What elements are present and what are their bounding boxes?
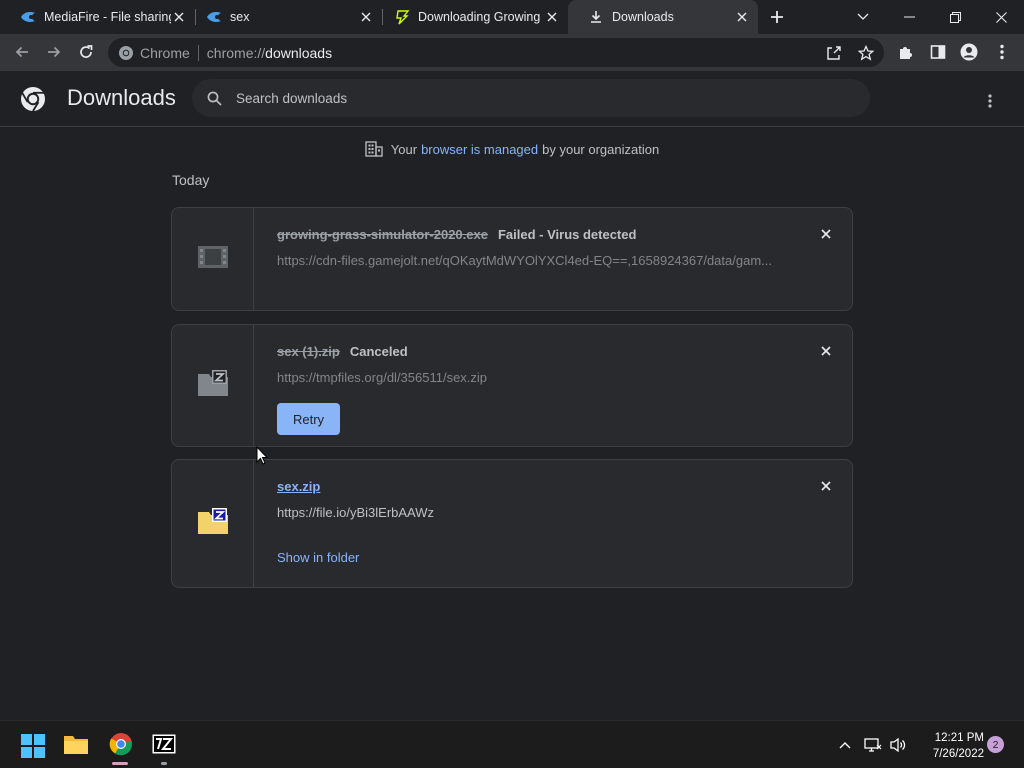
notification-badge[interactable]: 2 [987, 736, 1004, 753]
forward-button[interactable] [39, 37, 69, 67]
tab-close-icon[interactable] [544, 9, 560, 25]
file-icon-column [172, 208, 254, 310]
restore-button[interactable] [932, 0, 978, 34]
zip-file-icon [197, 369, 229, 402]
show-hidden-icons-chevron[interactable] [835, 735, 855, 755]
download-item: sex.zip https://file.io/yBi3lErbAAWz Sho… [171, 459, 853, 588]
tab-sex[interactable]: sex [186, 0, 383, 34]
managed-text-after: by your organization [542, 141, 660, 157]
managed-notice: Your browser is managed by your organiza… [0, 139, 1024, 159]
page-title: Downloads [67, 85, 176, 110]
tab-title: Downloads [612, 10, 674, 24]
show-in-folder-link[interactable]: Show in folder [277, 550, 359, 565]
managed-text-before: Your [390, 141, 418, 157]
chrome-site-icon [119, 45, 133, 60]
profile-avatar-icon[interactable] [958, 41, 980, 63]
mediafire-icon [206, 9, 222, 25]
search-input[interactable] [236, 90, 836, 106]
tab-mediafire[interactable]: MediaFire - File sharing [0, 0, 196, 34]
download-filename: growing-grass-simulator-2020.exe Failed -… [277, 227, 636, 242]
tab-title: Downloading Growing [418, 10, 541, 24]
zip-file-icon [197, 507, 229, 540]
back-button[interactable] [7, 37, 37, 67]
tab-close-icon[interactable] [358, 9, 374, 25]
network-icon[interactable] [863, 735, 883, 755]
address-bar[interactable]: Chrome chrome://downloads [108, 38, 884, 67]
new-tab-button[interactable] [766, 6, 788, 28]
download-url: https://cdn-files.gamejolt.net/qOKaytMdW… [277, 253, 772, 268]
tab-close-icon[interactable] [734, 9, 750, 25]
tab-strip: MediaFire - File sharing sex Downloading… [0, 0, 1024, 34]
search-downloads-bar[interactable] [192, 79, 870, 117]
omnibox-separator [197, 44, 199, 61]
system-clock[interactable]: 12:21 PM 7/26/2022 [912, 730, 984, 762]
url-text[interactable]: chrome://downloads [207, 45, 332, 61]
tab-title: sex [230, 10, 250, 24]
browser-managed-link[interactable]: browser is managed [421, 142, 538, 157]
volume-icon[interactable] [888, 735, 908, 755]
extensions-icon[interactable] [895, 41, 917, 63]
reload-button[interactable] [71, 37, 101, 67]
download-url: https://tmpfiles.org/dl/356511/sex.zip [277, 370, 488, 385]
windows-start-icon[interactable] [20, 733, 46, 759]
tab-downloads[interactable]: Downloads [568, 0, 758, 34]
download-item: sex (1).zip Canceled https://tmpfiles.org… [171, 324, 853, 447]
site-label: Chrome [140, 44, 190, 61]
download-filename: sex (1).zip Canceled [277, 344, 408, 359]
download-filename-link[interactable]: sex.zip [277, 479, 320, 494]
site-info-chip[interactable]: Chrome [118, 45, 190, 61]
section-date-label: Today [172, 172, 210, 188]
share-icon[interactable] [824, 43, 844, 63]
download-status: Canceled [349, 344, 408, 359]
tab-close-icon[interactable] [171, 9, 187, 25]
retry-button[interactable]: Retry [277, 403, 340, 435]
download-url: https://file.io/yBi3lErbAAWz [277, 505, 435, 520]
remove-download-icon[interactable] [815, 475, 837, 497]
tab-gamejolt[interactable]: Downloading Growing [374, 0, 568, 34]
filename-text: growing-grass-simulator-2020.exe [277, 227, 488, 242]
downloads-menu-icon[interactable] [978, 89, 1002, 113]
file-icon-column [172, 460, 254, 587]
minimize-button[interactable] [886, 0, 932, 34]
search-icon [204, 88, 224, 108]
clock-time: 12:21 PM [934, 732, 984, 744]
chrome-taskbar-icon[interactable] [108, 731, 134, 757]
remove-download-icon[interactable] [815, 340, 837, 362]
filename-text: sex (1).zip [277, 344, 340, 359]
download-status: Failed - Virus detected [497, 227, 637, 242]
chrome-logo-icon [20, 86, 46, 112]
bookmark-star-icon[interactable] [856, 43, 876, 63]
gamejolt-icon [394, 9, 410, 25]
clock-date: 7/26/2022 [932, 748, 984, 760]
building-icon [365, 140, 383, 158]
chrome-menu-icon[interactable] [991, 41, 1013, 63]
download-icon [588, 9, 604, 25]
chrome-active-indicator [112, 762, 128, 765]
side-panel-icon[interactable] [927, 41, 949, 63]
7zip-running-indicator [161, 762, 167, 765]
downloads-header: Downloads [0, 71, 1024, 127]
exe-file-icon [197, 245, 229, 274]
remove-download-icon[interactable] [815, 223, 837, 245]
mouse-cursor-icon [256, 446, 268, 465]
url-scheme: chrome:// [206, 44, 266, 61]
url-host: downloads [265, 44, 333, 61]
file-icon-column [172, 325, 254, 446]
download-item: growing-grass-simulator-2020.exe Failed -… [171, 207, 853, 311]
browser-toolbar: Chrome chrome://downloads [0, 34, 1024, 71]
file-explorer-icon[interactable] [63, 731, 89, 757]
tab-title: MediaFire - File sharing [44, 10, 171, 24]
windows-taskbar: 12:21 PM 7/26/2022 2 [0, 720, 1024, 768]
7zip-icon[interactable] [151, 731, 177, 757]
close-window-button[interactable] [978, 0, 1024, 34]
tab-search-button[interactable] [840, 0, 886, 34]
mediafire-icon [20, 9, 36, 25]
